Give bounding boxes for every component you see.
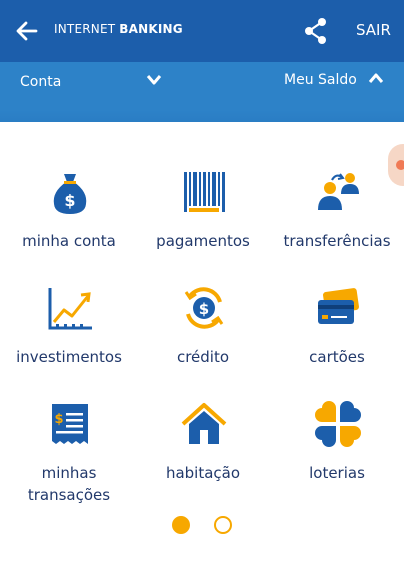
menu-item-label: pagamentos	[156, 232, 250, 250]
menu-item-habitacao[interactable]: habitação	[136, 390, 270, 500]
barcode-icon	[184, 172, 225, 212]
app-title-main: BANKING	[119, 22, 183, 36]
share-icon[interactable]	[303, 17, 329, 45]
menu-item-label: investimentos	[16, 348, 122, 366]
menu-item-credito[interactable]: $ crédito	[136, 274, 270, 384]
menu-item-label: transferências	[283, 232, 391, 250]
app-title: INTERNET BANKING	[54, 22, 183, 36]
menu-item-label: loterias	[309, 464, 365, 482]
exit-button[interactable]: SAIR	[356, 21, 391, 39]
menu-item-label: minhas transações	[27, 464, 111, 504]
menu-item-cartoes[interactable]: cartões	[270, 274, 404, 384]
account-bar-shadow	[0, 110, 404, 122]
page-dot-1[interactable]	[172, 516, 190, 534]
menu-item-label: habitação	[165, 464, 241, 482]
app-title-prefix: INTERNET	[54, 22, 116, 36]
back-arrow-icon[interactable]	[14, 18, 40, 44]
menu-item-minhas-transacoes[interactable]: $ minhas transações	[2, 390, 136, 504]
chevron-up-icon[interactable]	[368, 72, 384, 84]
menu-item-loterias[interactable]: loterias	[270, 390, 404, 500]
menu-item-investimentos[interactable]: investimentos	[2, 274, 136, 384]
menu-item-label: cartões	[309, 348, 365, 366]
app-header: INTERNET BANKING SAIR	[0, 0, 404, 62]
menu-item-label: minha conta	[22, 232, 116, 250]
cards-icon	[318, 288, 359, 324]
account-dropdown[interactable]: Conta	[20, 74, 61, 90]
menu-item-minha-conta[interactable]: $ minha conta	[2, 158, 136, 268]
svg-text:$: $	[64, 191, 75, 210]
receipt-icon: $	[52, 404, 88, 444]
credit-coin-icon: $	[184, 287, 224, 329]
svg-text:$: $	[54, 412, 63, 427]
my-balance-toggle[interactable]: Meu Saldo	[284, 72, 357, 88]
growth-chart-icon	[48, 288, 92, 330]
chevron-down-icon[interactable]	[146, 74, 162, 86]
house-icon	[181, 403, 227, 444]
menu-item-pagamentos[interactable]: pagamentos	[136, 158, 270, 268]
money-bag-icon: $	[53, 174, 87, 214]
menu-item-transferencias[interactable]: transferências	[270, 158, 404, 268]
lottery-clover-icon	[315, 401, 361, 447]
page-indicator	[0, 516, 404, 538]
transfer-people-icon	[318, 173, 359, 210]
svg-text:$: $	[199, 300, 209, 318]
page-dot-2[interactable]	[214, 516, 232, 534]
menu-item-label: crédito	[176, 348, 230, 366]
